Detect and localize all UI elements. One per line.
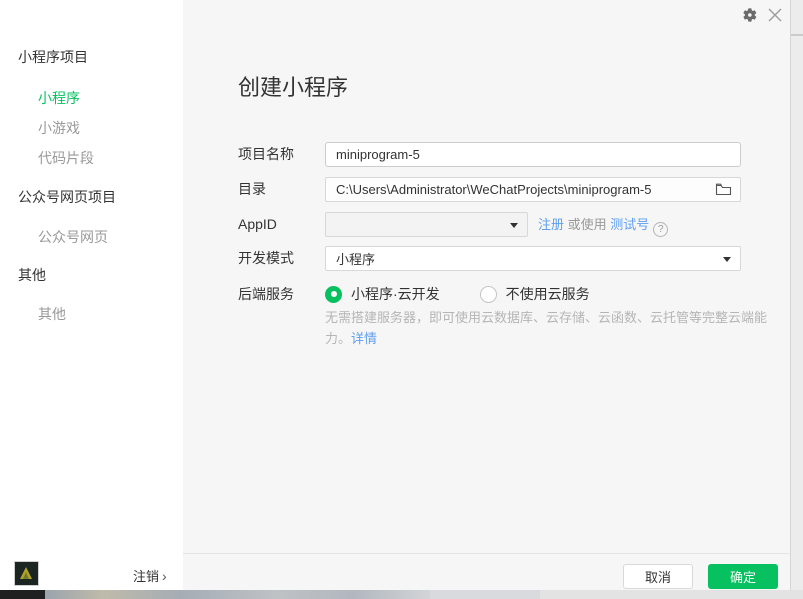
register-link[interactable]: 注册 (538, 217, 564, 232)
dev-mode-select[interactable]: 小程序 (325, 246, 741, 271)
sidebar-section-miniprogram-project: 小程序项目 (18, 47, 88, 67)
dev-mode-selected-value: 小程序 (336, 249, 375, 268)
dialog-footer: 取消 确定 (183, 553, 790, 590)
chevron-down-icon (723, 257, 731, 262)
sidebar-item-code-snippet[interactable]: 代码片段 (38, 148, 94, 168)
create-miniprogram-dialog: 小程序项目 小程序 小游戏 代码片段 公众号网页项目 公众号网页 其他 其他 注… (0, 0, 790, 590)
page-title: 创建小程序 (238, 70, 348, 102)
cancel-button[interactable]: 取消 (623, 564, 693, 589)
folder-icon[interactable] (715, 182, 732, 200)
radio-cloud-dev-label: 小程序·云开发 (351, 284, 440, 304)
settings-gear-icon[interactable] (741, 6, 759, 24)
backend-description-line2: 力。详情 (325, 328, 775, 349)
radio-no-cloud-label: 不使用云服务 (506, 284, 590, 304)
project-name-label: 项目名称 (238, 142, 323, 167)
main-panel: 创建小程序 项目名称 目录 C:\Users\Administrator\WeC… (183, 0, 790, 590)
directory-field[interactable]: C:\Users\Administrator\WeChatProjects\mi… (325, 177, 741, 202)
sidebar-section-official-account: 公众号网页项目 (18, 187, 116, 207)
user-avatar[interactable] (14, 561, 39, 586)
background-window-edge (791, 34, 803, 36)
backend-options: 小程序·云开发 不使用云服务 (325, 284, 590, 304)
radio-cloud-dev[interactable]: 小程序·云开发 (325, 284, 440, 304)
sidebar-item-miniprogram[interactable]: 小程序 (38, 88, 80, 108)
detail-link[interactable]: 详情 (351, 331, 377, 346)
dev-mode-label: 开发模式 (238, 246, 323, 271)
sidebar-section-other: 其他 (18, 265, 46, 285)
appid-links: 注册 或使用 测试号? (538, 212, 668, 237)
chevron-down-icon (510, 223, 518, 228)
background-mid-segment (430, 590, 540, 599)
project-name-input[interactable] (325, 142, 741, 167)
background-taskbar-sliver (0, 590, 803, 599)
or-use-text: 或使用 (568, 217, 607, 232)
sidebar-item-official-account-web[interactable]: 公众号网页 (38, 227, 108, 247)
sidebar-item-other[interactable]: 其他 (38, 304, 66, 324)
background-dark-segment (0, 590, 45, 599)
radio-selected-icon (325, 286, 342, 303)
background-blur-segment (45, 590, 430, 599)
backend-description: 无需搭建服务器，即可使用云数据库、云存储、云函数、云托管等完整云端能 力。详情 (325, 307, 775, 349)
radio-no-cloud[interactable]: 不使用云服务 (480, 284, 590, 304)
directory-path: C:\Users\Administrator\WeChatProjects\mi… (336, 182, 651, 197)
sidebar-item-minigame[interactable]: 小游戏 (38, 118, 80, 138)
help-icon[interactable]: ? (653, 222, 668, 237)
radio-unselected-icon (480, 286, 497, 303)
sidebar: 小程序项目 小程序 小游戏 代码片段 公众号网页项目 公众号网页 其他 其他 注… (0, 0, 183, 590)
close-icon[interactable] (766, 6, 784, 24)
appid-select[interactable] (325, 212, 528, 237)
logout-button[interactable]: 注销› (133, 566, 167, 585)
directory-label: 目录 (238, 177, 323, 202)
background-right-strip (790, 0, 803, 590)
backend-description-line1: 无需搭建服务器，即可使用云数据库、云存储、云函数、云托管等完整云端能 (325, 307, 775, 328)
backend-label: 后端服务 (238, 284, 323, 304)
backend-description-line2-text: 力。 (325, 331, 351, 346)
chevron-right-icon: › (162, 568, 167, 584)
test-account-link[interactable]: 测试号 (610, 217, 649, 232)
logout-label: 注销 (133, 569, 159, 584)
appid-label: AppID (238, 212, 323, 237)
confirm-button[interactable]: 确定 (708, 564, 778, 589)
